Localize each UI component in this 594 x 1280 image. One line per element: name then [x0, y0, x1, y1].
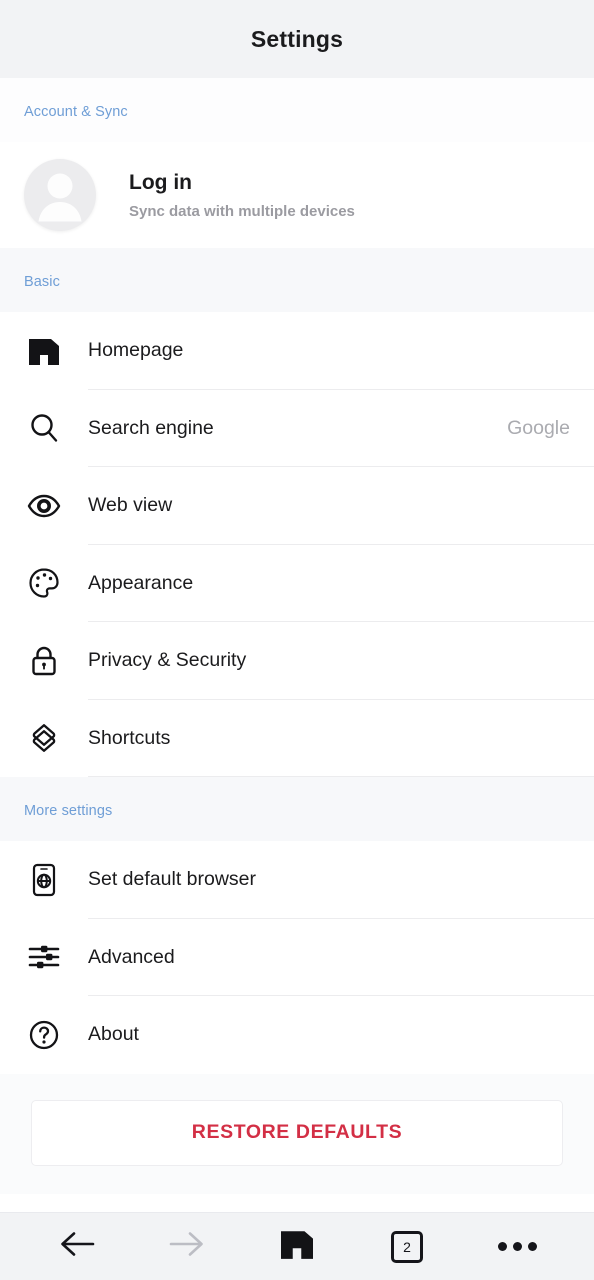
row-advanced[interactable]: Advanced [0, 918, 594, 996]
section-title-more: More settings [24, 803, 113, 819]
row-about[interactable]: About [0, 996, 594, 1074]
row-label-privacy-security: Privacy & Security [88, 649, 247, 672]
basic-rows: Homepage Search engine Google Web view A… [0, 312, 594, 777]
row-label-search-engine: Search engine [88, 416, 214, 439]
section-header-basic: Basic [0, 248, 594, 312]
arrow-right-icon [168, 1229, 206, 1264]
palette-icon [0, 567, 88, 599]
settings-screen: Settings Account & Sync Log in Sync data… [0, 0, 594, 1280]
section-title-basic: Basic [24, 274, 60, 290]
back-button[interactable] [44, 1221, 110, 1273]
forward-button[interactable] [154, 1221, 220, 1273]
restore-defaults-button[interactable]: RESTORE DEFAULTS [31, 1099, 563, 1166]
row-label-about: About [88, 1023, 139, 1046]
row-privacy-security[interactable]: Privacy & Security [0, 622, 594, 700]
tab-switcher-button[interactable]: 2 [374, 1221, 440, 1273]
section-header-account: Account & Sync [0, 78, 594, 142]
login-subtitle: Sync data with multiple devices [129, 202, 355, 220]
settings-scroll-area: Account & Sync Log in Sync data with mul… [0, 78, 594, 1212]
bottom-navigation-bar: 2 [0, 1212, 594, 1280]
row-label-shortcuts: Shortcuts [88, 726, 171, 749]
arrow-left-icon [58, 1229, 96, 1264]
row-label-set-default-browser: Set default browser [88, 868, 257, 891]
menu-button[interactable] [484, 1221, 550, 1273]
more-horizontal-icon [497, 1242, 537, 1251]
row-label-web-view: Web view [88, 494, 173, 517]
page-title: Settings [250, 25, 344, 52]
row-value-search-engine: Google [507, 416, 570, 439]
sliders-icon [0, 944, 88, 970]
row-appearance[interactable]: Appearance [0, 544, 594, 622]
login-row[interactable]: Log in Sync data with multiple devices [0, 142, 594, 248]
login-text: Log in Sync data with multiple devices [129, 170, 355, 219]
row-homepage[interactable]: Homepage [0, 312, 594, 390]
row-search-engine[interactable]: Search engine Google [0, 389, 594, 467]
restore-defaults-area: RESTORE DEFAULTS [0, 1073, 594, 1194]
search-icon [0, 412, 88, 444]
eye-icon [0, 493, 88, 519]
person-avatar-icon [24, 159, 96, 231]
phone-globe-icon [0, 863, 88, 897]
login-title: Log in [129, 171, 192, 195]
shortcuts-icon [0, 722, 88, 754]
row-label-homepage: Homepage [88, 339, 184, 362]
section-header-more: More settings [0, 777, 594, 841]
question-circle-icon [0, 1019, 88, 1051]
tab-count-badge: 2 [391, 1230, 423, 1263]
lock-icon [0, 645, 88, 677]
section-title-account: Account & Sync [24, 104, 128, 120]
maxthon-logo-icon [0, 337, 88, 365]
more-rows: Set default browser Advanced About [0, 841, 594, 1074]
restore-defaults-label: RESTORE DEFAULTS [191, 1121, 403, 1143]
app-header: Settings [0, 0, 594, 78]
row-label-advanced: Advanced [88, 945, 175, 968]
row-label-appearance: Appearance [88, 571, 194, 594]
home-button[interactable] [264, 1221, 330, 1273]
row-shortcuts[interactable]: Shortcuts [0, 699, 594, 777]
row-web-view[interactable]: Web view [0, 467, 594, 545]
row-set-default-browser[interactable]: Set default browser [0, 841, 594, 919]
tab-count-value: 2 [403, 1238, 411, 1255]
maxthon-logo-icon [281, 1229, 313, 1264]
